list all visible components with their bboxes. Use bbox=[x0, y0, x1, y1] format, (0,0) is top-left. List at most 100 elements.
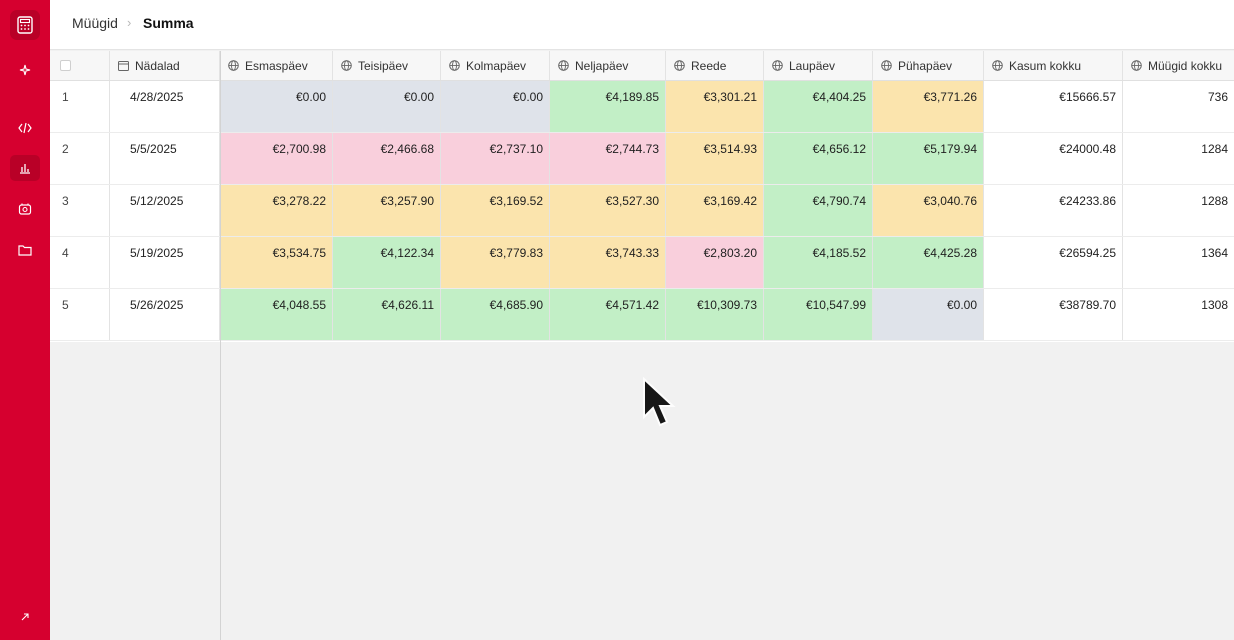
app-window: Müügid › Summa Nädalad Esmaspäev Teisipä… bbox=[0, 0, 1234, 640]
row-number: 2 bbox=[50, 133, 110, 184]
profit-cell[interactable]: €24233.86 bbox=[984, 185, 1123, 236]
wed-cell[interactable]: €2,737.10 bbox=[441, 133, 550, 184]
week-cell[interactable]: 4/28/2025 bbox=[110, 81, 220, 132]
bar-chart-icon[interactable] bbox=[10, 155, 40, 181]
column-header-fri[interactable]: Reede bbox=[666, 51, 764, 80]
column-header-weeks[interactable]: Nädalad bbox=[110, 51, 220, 80]
sun-cell[interactable]: €3,771.26 bbox=[873, 81, 984, 132]
sparkle-icon[interactable] bbox=[10, 57, 40, 83]
column-header-sat[interactable]: Laupäev bbox=[764, 51, 873, 80]
breadcrumb-separator: › bbox=[127, 15, 132, 30]
tue-cell[interactable]: €0.00 bbox=[333, 81, 441, 132]
sat-cell[interactable]: €4,656.12 bbox=[764, 133, 873, 184]
sales-cell[interactable]: 1284 bbox=[1123, 133, 1234, 184]
table-header-row: Nädalad Esmaspäev Teisipäev Kolmapäev Ne… bbox=[50, 51, 1234, 81]
breadcrumb-parent[interactable]: Müügid bbox=[72, 14, 118, 32]
sat-cell[interactable]: €4,404.25 bbox=[764, 81, 873, 132]
fri-cell[interactable]: €3,514.93 bbox=[666, 133, 764, 184]
column-header-profit[interactable]: Kasum kokku bbox=[984, 51, 1123, 80]
thu-cell[interactable]: €2,744.73 bbox=[550, 133, 666, 184]
mouse-cursor-icon bbox=[643, 377, 676, 427]
column-label: Laupäev bbox=[789, 58, 836, 73]
row-number: 1 bbox=[50, 81, 110, 132]
column-label: Kolmapäev bbox=[466, 58, 527, 73]
sales-cell[interactable]: 736 bbox=[1123, 81, 1234, 132]
select-all-checkbox[interactable] bbox=[50, 51, 110, 80]
mon-cell[interactable]: €0.00 bbox=[220, 81, 333, 132]
week-cell[interactable]: 5/5/2025 bbox=[110, 133, 220, 184]
tue-cell[interactable]: €4,122.34 bbox=[333, 237, 441, 288]
profit-cell[interactable]: €26594.25 bbox=[984, 237, 1123, 288]
column-header-mon[interactable]: Esmaspäev bbox=[220, 51, 333, 80]
frozen-column-divider bbox=[220, 51, 221, 640]
folder-icon[interactable] bbox=[10, 237, 40, 263]
globe-icon bbox=[341, 60, 352, 71]
tue-cell[interactable]: €2,466.68 bbox=[333, 133, 441, 184]
data-table: Nädalad Esmaspäev Teisipäev Kolmapäev Ne… bbox=[50, 51, 1234, 342]
column-header-thu[interactable]: Neljapäev bbox=[550, 51, 666, 80]
mon-cell[interactable]: €2,700.98 bbox=[220, 133, 333, 184]
globe-icon bbox=[674, 60, 685, 71]
globe-icon bbox=[558, 60, 569, 71]
column-header-sun[interactable]: Pühapäev bbox=[873, 51, 984, 80]
calendar-icon bbox=[118, 61, 129, 71]
sales-cell[interactable]: 1364 bbox=[1123, 237, 1234, 288]
table-row[interactable]: 4 5/19/2025 €3,534.75 €4,122.34 €3,779.8… bbox=[50, 237, 1234, 289]
sat-cell[interactable]: €10,547.99 bbox=[764, 289, 873, 340]
table-row[interactable]: 5 5/26/2025 €4,048.55 €4,626.11 €4,685.9… bbox=[50, 289, 1234, 341]
fri-cell[interactable]: €10,309.73 bbox=[666, 289, 764, 340]
wed-cell[interactable]: €0.00 bbox=[441, 81, 550, 132]
sun-cell[interactable]: €0.00 bbox=[873, 289, 984, 340]
profit-cell[interactable]: €38789.70 bbox=[984, 289, 1123, 340]
sat-cell[interactable]: €4,185.52 bbox=[764, 237, 873, 288]
week-cell[interactable]: 5/12/2025 bbox=[110, 185, 220, 236]
code-icon[interactable] bbox=[10, 115, 40, 141]
sales-cell[interactable]: 1288 bbox=[1123, 185, 1234, 236]
fri-cell[interactable]: €3,169.42 bbox=[666, 185, 764, 236]
globe-icon bbox=[881, 60, 892, 71]
wed-cell[interactable]: €3,169.52 bbox=[441, 185, 550, 236]
column-label: Nädalad bbox=[135, 58, 180, 73]
thu-cell[interactable]: €4,189.85 bbox=[550, 81, 666, 132]
column-header-tue[interactable]: Teisipäev bbox=[333, 51, 441, 80]
profit-cell[interactable]: €15666.57 bbox=[984, 81, 1123, 132]
week-cell[interactable]: 5/19/2025 bbox=[110, 237, 220, 288]
gauge-icon[interactable] bbox=[10, 196, 40, 222]
thu-cell[interactable]: €3,743.33 bbox=[550, 237, 666, 288]
thu-cell[interactable]: €3,527.30 bbox=[550, 185, 666, 236]
wed-cell[interactable]: €4,685.90 bbox=[441, 289, 550, 340]
sat-cell[interactable]: €4,790.74 bbox=[764, 185, 873, 236]
table-row[interactable]: 1 4/28/2025 €0.00 €0.00 €0.00 €4,189.85 … bbox=[50, 81, 1234, 133]
fri-cell[interactable]: €3,301.21 bbox=[666, 81, 764, 132]
column-label: Teisipäev bbox=[358, 58, 409, 73]
tue-cell[interactable]: €3,257.90 bbox=[333, 185, 441, 236]
wed-cell[interactable]: €3,779.83 bbox=[441, 237, 550, 288]
globe-icon bbox=[772, 60, 783, 71]
mon-cell[interactable]: €4,048.55 bbox=[220, 289, 333, 340]
globe-icon bbox=[449, 60, 460, 71]
fri-cell[interactable]: €2,803.20 bbox=[666, 237, 764, 288]
tue-cell[interactable]: €4,626.11 bbox=[333, 289, 441, 340]
calculator-icon[interactable] bbox=[10, 10, 40, 40]
column-label: Pühapäev bbox=[898, 58, 953, 73]
row-number: 4 bbox=[50, 237, 110, 288]
globe-icon bbox=[992, 60, 1003, 71]
header: Müügid › Summa bbox=[50, 0, 1234, 50]
row-number: 3 bbox=[50, 185, 110, 236]
table-row[interactable]: 3 5/12/2025 €3,278.22 €3,257.90 €3,169.5… bbox=[50, 185, 1234, 237]
column-header-sales[interactable]: Müügid kokku bbox=[1123, 51, 1234, 80]
sun-cell[interactable]: €3,040.76 bbox=[873, 185, 984, 236]
sun-cell[interactable]: €4,425.28 bbox=[873, 237, 984, 288]
week-cell[interactable]: 5/26/2025 bbox=[110, 289, 220, 340]
mon-cell[interactable]: €3,534.75 bbox=[220, 237, 333, 288]
column-header-wed[interactable]: Kolmapäev bbox=[441, 51, 550, 80]
sales-cell[interactable]: 1308 bbox=[1123, 289, 1234, 340]
mon-cell[interactable]: €3,278.22 bbox=[220, 185, 333, 236]
profit-cell[interactable]: €24000.48 bbox=[984, 133, 1123, 184]
column-label: Neljapäev bbox=[575, 58, 629, 73]
sun-cell[interactable]: €5,179.94 bbox=[873, 133, 984, 184]
table-row[interactable]: 2 5/5/2025 €2,700.98 €2,466.68 €2,737.10… bbox=[50, 133, 1234, 185]
share-icon[interactable] bbox=[10, 604, 40, 630]
row-number: 5 bbox=[50, 289, 110, 340]
thu-cell[interactable]: €4,571.42 bbox=[550, 289, 666, 340]
